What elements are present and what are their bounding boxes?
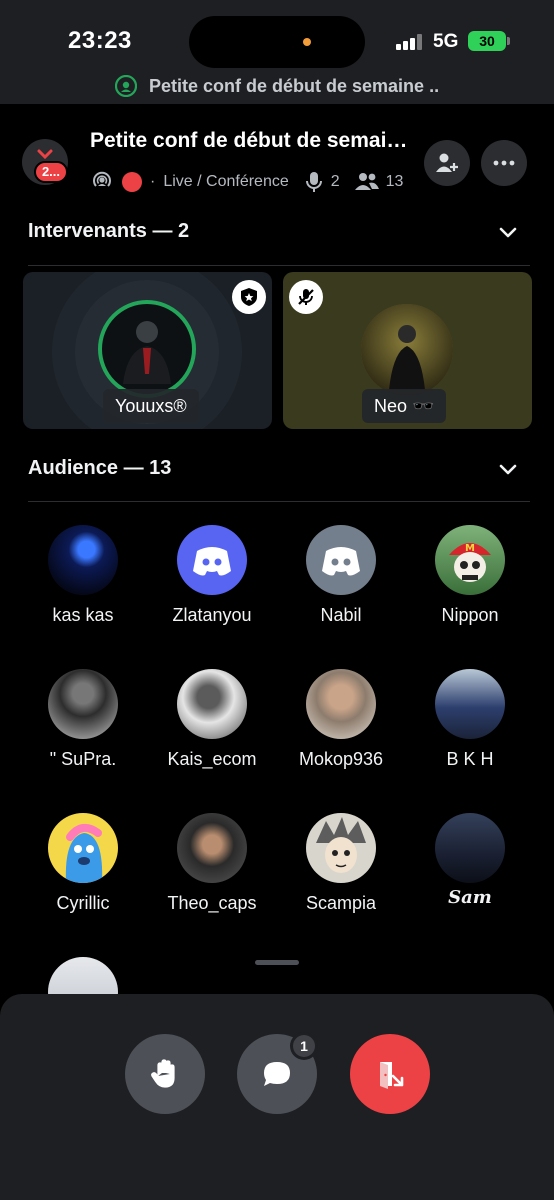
avatar: [306, 813, 376, 883]
member-name: Mokop936: [298, 749, 384, 769]
battery-icon: 30: [468, 31, 510, 51]
avatar: [48, 525, 118, 595]
avatar: M: [435, 525, 505, 595]
audience-member[interactable]: M Nippon: [412, 525, 528, 626]
discord-logo-icon: [322, 547, 360, 576]
audience-member[interactable]: Theo_caps: [154, 813, 270, 914]
invite-button[interactable]: [424, 140, 470, 186]
audience-member[interactable]: kas kas: [25, 525, 141, 626]
dynamic-island: [189, 16, 365, 68]
network-label: 5G: [433, 31, 459, 52]
skull-avatar-icon: M: [449, 543, 491, 582]
discord-logo-icon: [193, 547, 231, 576]
people-icon: [354, 173, 379, 190]
shield-star-icon: [241, 288, 257, 306]
avatar: [306, 525, 376, 595]
avatar: [435, 813, 505, 883]
moderator-badge: [232, 280, 266, 314]
leave-stage-button[interactable]: [350, 1034, 430, 1114]
avatar: [48, 669, 118, 739]
mic-muted-icon: [298, 289, 314, 305]
member-name: Sam: [448, 887, 492, 908]
banner-title: Petite conf de début de semaine ..: [149, 76, 440, 96]
stage-icon: [93, 171, 111, 187]
member-name: B K H: [446, 749, 494, 769]
add-user-icon: [436, 153, 458, 172]
member-name: " SuPra.: [49, 749, 117, 769]
speakers-header[interactable]: Intervenants — 2: [28, 220, 189, 243]
active-stage-banner[interactable]: Petite conf de début de semaine ..: [0, 70, 554, 104]
divider: [28, 265, 530, 266]
leave-icon: [380, 1062, 404, 1089]
listeners-count: 13: [385, 173, 404, 190]
member-name: Cyrillic: [56, 893, 110, 913]
audience-member[interactable]: Mokop936: [283, 669, 399, 770]
status-bar: 23:23 5G 30: [0, 0, 554, 70]
speaker-name: Neo 🕶️: [362, 389, 447, 423]
clock: 23:23: [68, 27, 132, 54]
cartoon-avatar-icon: [65, 823, 103, 883]
audience-member[interactable]: Nabil: [283, 525, 399, 626]
chat-bubble-icon: [264, 1062, 290, 1086]
member-name: Nippon: [441, 605, 499, 625]
audience-header[interactable]: Audience — 13: [28, 457, 171, 480]
mention-badge: 2...: [34, 161, 68, 183]
microphone-icon: [305, 172, 322, 192]
more-icon: [493, 160, 515, 166]
audience-member[interactable]: Cyrillic: [25, 813, 141, 914]
anime-avatar-icon: [316, 817, 366, 873]
chat-notification-badge: 1: [290, 1032, 318, 1060]
member-name: Theo_caps: [167, 893, 257, 913]
stage-live-icon: [115, 75, 137, 97]
avatar: [177, 813, 247, 883]
member-name: kas kas: [52, 605, 114, 625]
speakers-count: 2: [330, 173, 340, 190]
audience-member[interactable]: Scampia: [283, 813, 399, 914]
stage-meta: · Live / Conférence 2 13: [90, 169, 403, 195]
audience-member[interactable]: Kais_ecom: [154, 669, 270, 770]
muted-badge: [289, 280, 323, 314]
audience-member[interactable]: B K H: [412, 669, 528, 770]
stage-category: Live / Conférence: [163, 173, 289, 190]
stage-title: Petite conf de début de semaine ..: [90, 129, 415, 152]
hand-icon: [151, 1059, 175, 1088]
speaker-tile[interactable]: Neo 🕶️: [283, 272, 532, 429]
avatar: [48, 813, 118, 883]
audience-member[interactable]: " SuPra.: [25, 669, 141, 770]
audience-member[interactable]: Sam: [412, 813, 528, 908]
member-name: Zlatanyou: [172, 605, 252, 625]
chat-badge-count: 1: [293, 1035, 315, 1057]
divider: [28, 501, 530, 502]
member-name: Kais_ecom: [167, 749, 257, 769]
speaker-name: Youuxs®: [103, 389, 199, 423]
more-options-button[interactable]: [481, 140, 527, 186]
avatar: [435, 669, 505, 739]
member-name: Nabil: [320, 605, 362, 625]
avatar: [177, 669, 247, 739]
avatar: [306, 669, 376, 739]
member-name: Scampia: [305, 893, 377, 913]
chevron-down-icon[interactable]: [498, 222, 518, 242]
signal-icon: [396, 34, 424, 50]
audience-member[interactable]: Zlatanyou: [154, 525, 270, 626]
speaker-tile[interactable]: Youuxs®: [23, 272, 272, 429]
chevron-down-icon[interactable]: [498, 459, 518, 479]
mic-indicator-dot: [303, 38, 311, 46]
avatar: [177, 525, 247, 595]
raise-hand-button[interactable]: [125, 1034, 205, 1114]
red-circle-emoji: [122, 172, 142, 192]
drag-handle[interactable]: [255, 960, 299, 965]
